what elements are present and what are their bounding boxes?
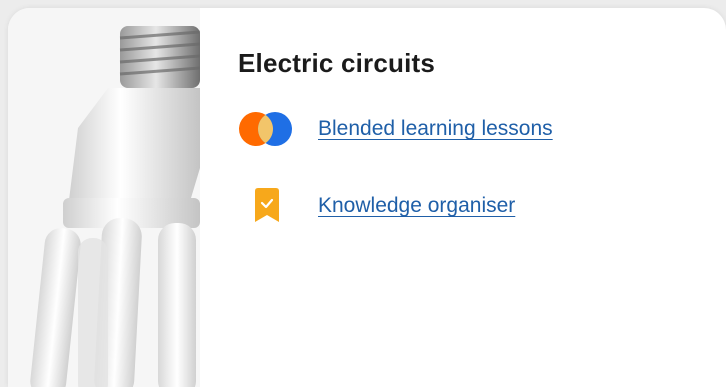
knowledge-organiser-link[interactable]: Knowledge organiser	[318, 194, 515, 218]
bookmark-check-icon	[238, 186, 302, 226]
card-body: Electric circuits Blended learning lesso…	[238, 48, 706, 226]
resource-card: Electric circuits Blended learning lesso…	[8, 8, 726, 387]
link-row-blended-learning[interactable]: Blended learning lessons	[238, 109, 706, 149]
link-row-knowledge-organiser[interactable]: Knowledge organiser	[238, 186, 706, 226]
blended-learning-icon	[238, 109, 302, 149]
light-bulb-photo	[8, 8, 200, 387]
card-title: Electric circuits	[238, 48, 436, 78]
blended-learning-link[interactable]: Blended learning lessons	[318, 117, 553, 141]
